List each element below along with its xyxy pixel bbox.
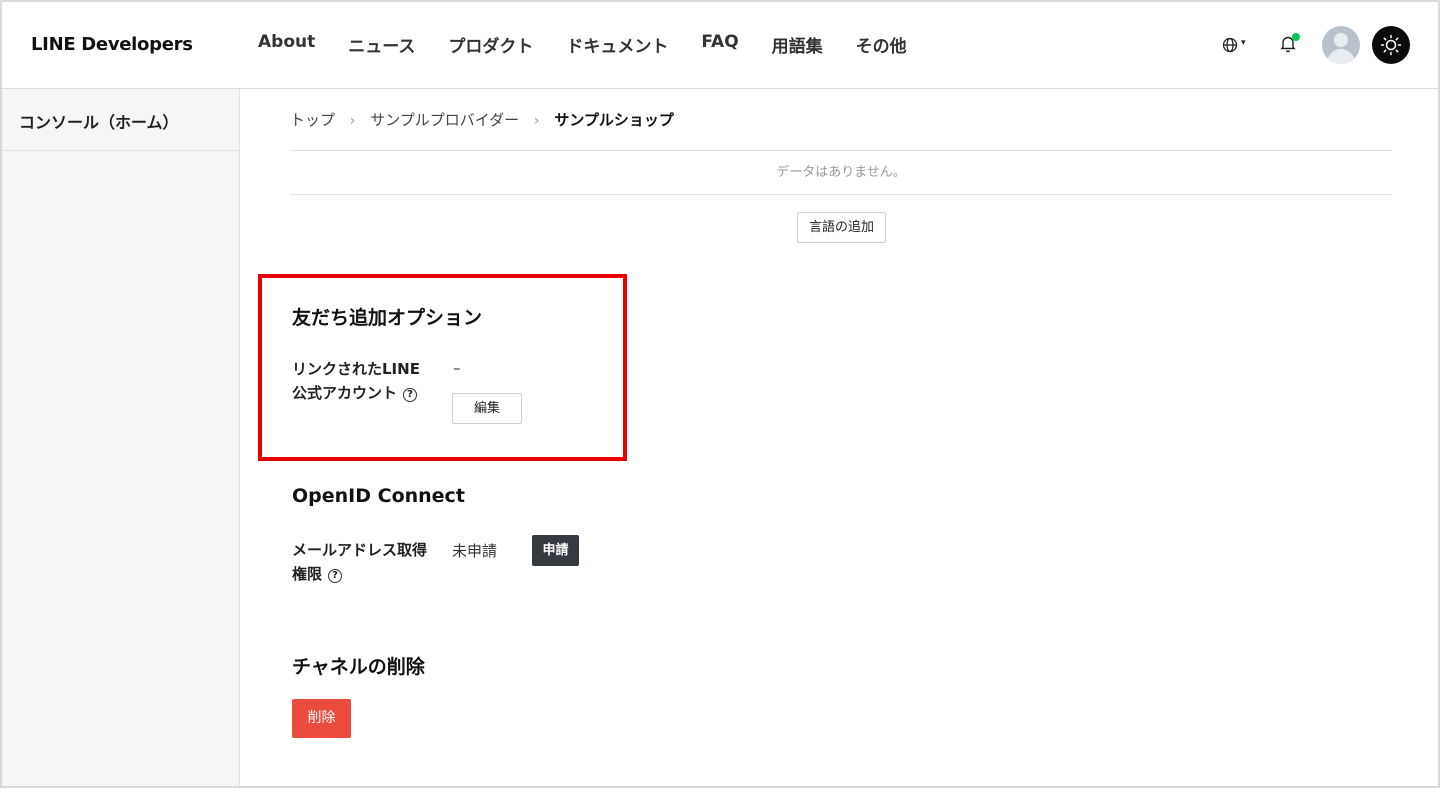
notification-dot: [1292, 33, 1300, 41]
breadcrumb-provider[interactable]: サンプルプロバイダー: [370, 111, 519, 129]
globe-icon: [1222, 37, 1238, 53]
language-selector[interactable]: ▾: [1222, 34, 1252, 56]
nav-more[interactable]: その他: [856, 32, 907, 57]
nav-news[interactable]: ニュース: [348, 32, 415, 57]
empty-table-text: データはありません。: [776, 165, 906, 180]
top-header: LINE Developers About ニュース プロダクト ドキュメント …: [2, 2, 1438, 89]
apply-button[interactable]: 申請: [532, 535, 579, 566]
nav-faq[interactable]: FAQ: [701, 32, 738, 57]
divider: [290, 194, 1392, 195]
highlight-box: [258, 274, 627, 461]
breadcrumb: トップ › サンプルプロバイダー › サンプルショップ: [290, 109, 674, 130]
nav-products[interactable]: プロダクト: [448, 32, 533, 57]
chevron-right-icon: ›: [349, 113, 356, 129]
help-icon[interactable]: ?: [328, 569, 343, 583]
breadcrumb-current: サンプルショップ: [554, 111, 674, 129]
delete-channel-title: チャネルの削除: [292, 656, 425, 678]
sun-icon: [1380, 34, 1402, 56]
sidebar: コンソール（ホーム）: [2, 89, 240, 786]
email-permission-label-line2: 権限: [292, 565, 323, 583]
sidebar-item-console-home[interactable]: コンソール（ホーム）: [2, 89, 240, 151]
divider: [290, 150, 1392, 151]
main-nav: About ニュース プロダクト ドキュメント FAQ 用語集 その他: [258, 32, 940, 57]
theme-toggle-button[interactable]: [1372, 26, 1410, 64]
email-permission-label: メールアドレス取得 権限?: [292, 538, 442, 586]
nav-documents[interactable]: ドキュメント: [566, 32, 668, 57]
nav-glossary[interactable]: 用語集: [772, 32, 823, 57]
avatar-icon: [1334, 33, 1348, 47]
nav-about[interactable]: About: [258, 32, 315, 57]
app-window: LINE Developers About ニュース プロダクト ドキュメント …: [0, 0, 1440, 788]
notification-button[interactable]: [1280, 33, 1300, 55]
email-permission-status: 未申請: [452, 542, 498, 560]
email-permission-label-line1: メールアドレス取得: [292, 541, 428, 559]
avatar[interactable]: [1322, 26, 1360, 64]
delete-channel-button[interactable]: 削除: [292, 699, 351, 738]
logo[interactable]: LINE Developers: [31, 34, 193, 55]
openid-title: OpenID Connect: [292, 485, 465, 507]
breadcrumb-top[interactable]: トップ: [290, 111, 335, 129]
chevron-right-icon: ›: [533, 113, 540, 129]
add-language-button[interactable]: 言語の追加: [797, 212, 886, 243]
chevron-down-icon: ▾: [1241, 38, 1246, 48]
